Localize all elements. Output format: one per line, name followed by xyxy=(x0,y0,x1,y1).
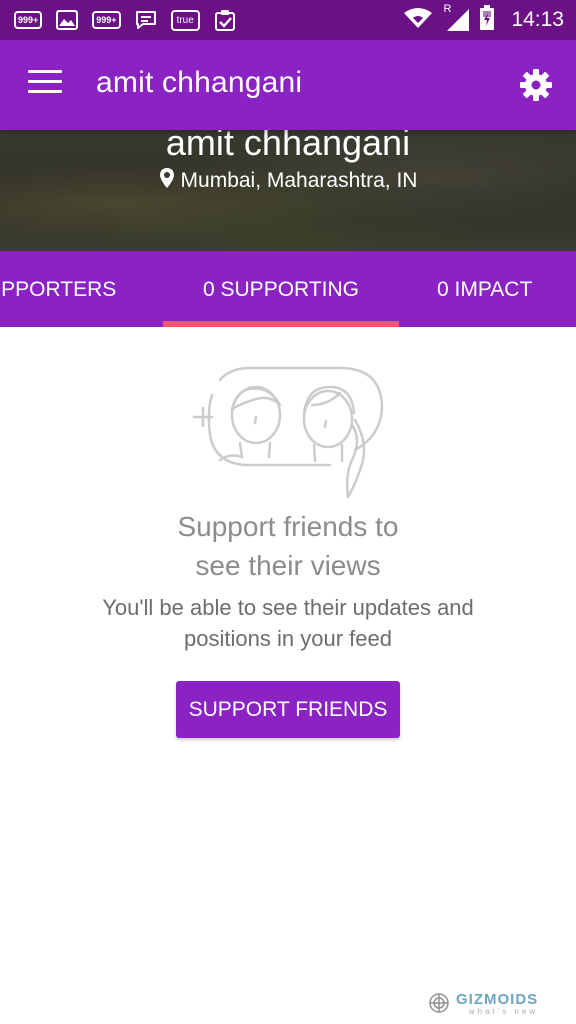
watermark-brand: GIZMOIDS xyxy=(456,991,539,1008)
clock-time: 14:13 xyxy=(511,8,564,31)
empty-state-title: Support friends to see their views xyxy=(0,507,576,585)
notification-icons: 999+ 999+ true xyxy=(0,8,250,32)
app-bar: amit chhangani xyxy=(0,40,576,130)
profile-tabs: UPPORTERS 0 SUPPORTING 0 IMPACT xyxy=(0,251,576,327)
selected-tab-indicator xyxy=(163,321,399,327)
tab-impact[interactable]: 0 IMPACT xyxy=(437,251,532,327)
gallery-icon xyxy=(56,8,79,32)
tab-supporting[interactable]: 0 SUPPORTING xyxy=(163,251,399,327)
location-text: Mumbai, Maharashtra, IN xyxy=(180,169,418,192)
true-app-icon: true xyxy=(170,8,200,32)
gizmoids-watermark: GIZMOIDS what's new xyxy=(428,992,568,1018)
messenger-999-icon: 999+ xyxy=(14,8,43,32)
empty-desc-line-2: positions in your feed xyxy=(184,626,392,651)
wifi-icon xyxy=(403,7,433,33)
gizmoids-logo-icon xyxy=(428,992,450,1018)
tab-supporters[interactable]: UPPORTERS xyxy=(0,251,116,327)
profile-location: Mumbai, Maharashtra, IN xyxy=(0,167,576,195)
hamburger-menu-icon[interactable] xyxy=(28,70,62,98)
add-friends-illustration xyxy=(190,365,390,505)
message-icon xyxy=(135,8,157,32)
system-icons: R 14:13 xyxy=(403,0,564,40)
empty-title-line-1: Support friends to xyxy=(177,511,399,542)
map-pin-icon xyxy=(159,167,175,195)
watermark-tagline: what's new xyxy=(468,1007,539,1016)
notification-count-badge: 999+ xyxy=(14,11,43,29)
profile-header: amit chhangani Mumbai, Maharashtra, IN xyxy=(0,130,576,251)
app-bar-title: amit chhangani xyxy=(96,66,303,99)
true-app-label: true xyxy=(170,9,200,31)
empty-desc-line-1: You'll be able to see their updates and xyxy=(102,595,474,620)
status-bar: 999+ 999+ true R 14:13 xyxy=(0,0,576,40)
watermark-text: GIZMOIDS what's new xyxy=(456,991,539,1017)
profile-name: amit chhangani xyxy=(165,130,411,163)
battery-icon xyxy=(479,5,495,35)
clipboard-check-icon xyxy=(214,8,236,32)
support-friends-button[interactable]: SUPPORT FRIENDS xyxy=(176,681,400,738)
empty-state-description: You'll be able to see their updates and … xyxy=(40,592,536,654)
empty-title-line-2: see their views xyxy=(195,550,381,581)
notification-count-badge: 999+ xyxy=(92,11,121,29)
signal-icon: R xyxy=(443,3,470,33)
gear-icon[interactable] xyxy=(518,67,554,103)
messenger-999-icon: 999+ xyxy=(92,8,121,32)
